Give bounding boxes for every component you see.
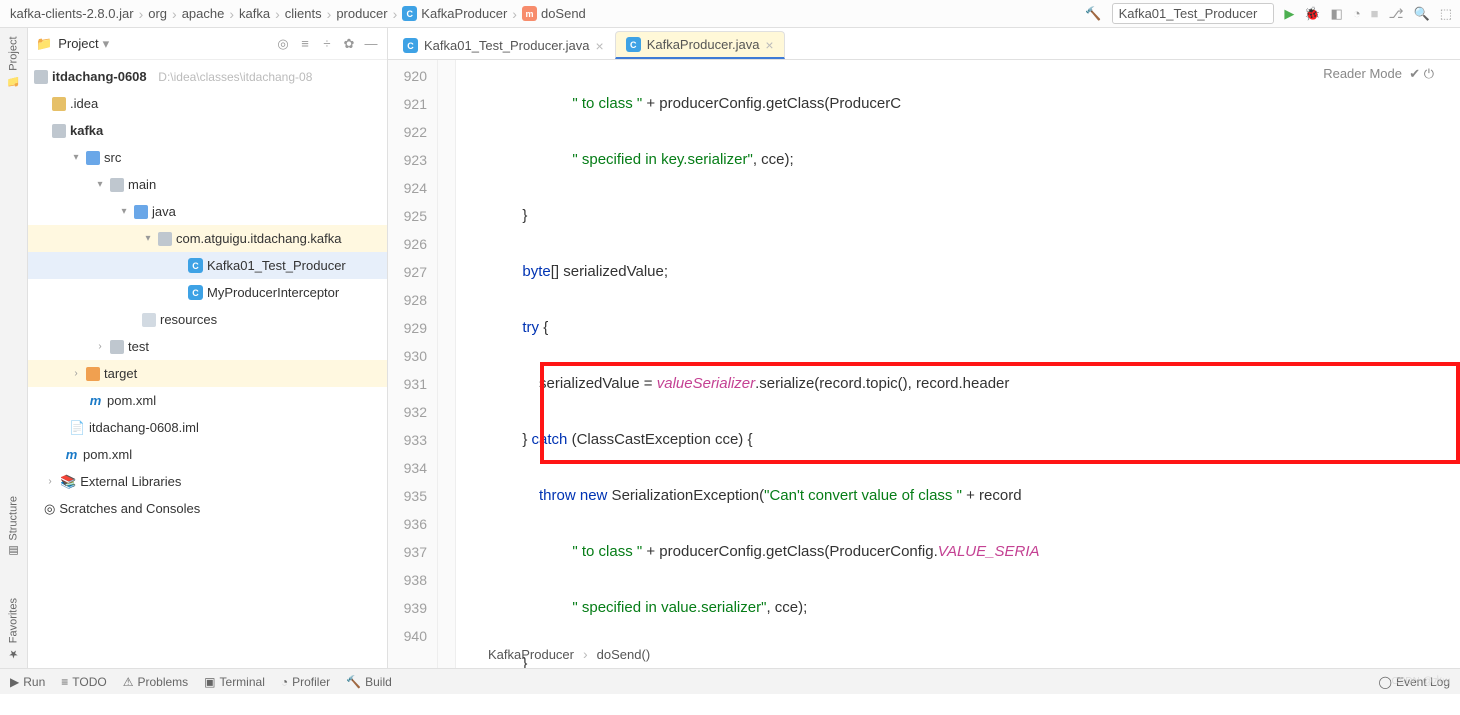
- problems-tool[interactable]: ⚠ Problems: [123, 675, 188, 689]
- tab-file-2-active[interactable]: CKafkaProducer.java×: [615, 31, 785, 59]
- stop-icon[interactable]: ■: [1371, 6, 1379, 21]
- crumb-class[interactable]: CKafkaProducer: [400, 6, 509, 21]
- class-icon: C: [403, 38, 418, 53]
- build-tool[interactable]: 🔨 Build: [346, 675, 392, 689]
- library-icon: 📚: [60, 474, 76, 490]
- close-icon[interactable]: ×: [765, 37, 773, 53]
- project-panel: 📁 Project ▾ ◎ ≡ ÷ ✿ — itdachang-0608 D:\…: [28, 28, 388, 668]
- folder-icon: [52, 97, 66, 111]
- project-view-label[interactable]: Project: [58, 36, 98, 51]
- method-icon: m: [522, 6, 537, 21]
- chevron-right-icon[interactable]: ›: [70, 368, 82, 379]
- package-icon: [158, 232, 172, 246]
- todo-tool[interactable]: ≡ TODO: [61, 675, 106, 689]
- crumb-producer[interactable]: producer: [334, 6, 389, 21]
- terminal-tool[interactable]: ▣ Terminal: [204, 675, 265, 689]
- hide-panel-icon[interactable]: —: [363, 36, 379, 52]
- tree-item-selected[interactable]: CKafka01_Test_Producer: [28, 252, 387, 279]
- locate-icon[interactable]: ◎: [275, 36, 291, 52]
- run-icon[interactable]: ▶: [1284, 6, 1294, 22]
- crumb-apache[interactable]: apache: [180, 6, 227, 21]
- collapse-icon[interactable]: ÷: [319, 36, 335, 52]
- structure-tool-tab[interactable]: ▤Structure: [7, 496, 20, 558]
- project-tool-tab[interactable]: 📁Project: [7, 36, 20, 88]
- source-folder-icon: [134, 205, 148, 219]
- profiler-tool[interactable]: ◔ Profiler: [281, 675, 330, 689]
- bottom-tool-bar: ▶ Run ≡ TODO ⚠ Problems ▣ Terminal ◔ Pro…: [0, 668, 1460, 694]
- editor-tabs: CKafka01_Test_Producer.java× CKafkaProdu…: [388, 28, 1460, 60]
- folder-icon: [110, 340, 124, 354]
- tree-root: itdachang-0608 D:\idea\classes\itdachang…: [28, 63, 387, 90]
- expand-icon[interactable]: ≡: [297, 36, 313, 52]
- fold-gutter[interactable]: [438, 60, 456, 668]
- chevron-down-icon[interactable]: ▾: [118, 206, 130, 217]
- module-icon: [52, 124, 66, 138]
- class-icon: C: [626, 37, 641, 52]
- favorites-tool-tab[interactable]: ★Favorites: [7, 598, 20, 660]
- settings-icon[interactable]: ⬚: [1440, 6, 1452, 22]
- crumb-jar[interactable]: kafka-clients-2.8.0.jar: [8, 6, 136, 21]
- reader-mode-toggle[interactable]: Reader Mode ✔ ⏻: [1323, 66, 1434, 82]
- maven-icon: m: [64, 447, 79, 462]
- watermark: CSDN @水w: [1392, 672, 1451, 687]
- chevron-down-icon[interactable]: ▾: [70, 152, 82, 163]
- folder-icon: [110, 178, 124, 192]
- search-icon[interactable]: 🔍: [1414, 6, 1430, 22]
- class-icon: C: [402, 6, 417, 21]
- crumb-method[interactable]: mdoSend: [520, 6, 588, 21]
- breadcrumb-bottom[interactable]: KafkaProducer›doSend(): [488, 640, 650, 668]
- chevron-right-icon[interactable]: ›: [94, 341, 106, 352]
- debug-icon[interactable]: 🐞: [1304, 6, 1320, 22]
- resources-folder-icon: [142, 313, 156, 327]
- chevron-down-icon[interactable]: ▾: [94, 179, 106, 190]
- tool-window-bar: 📁Project ▤Structure ★Favorites: [0, 28, 28, 668]
- class-icon: C: [188, 258, 203, 273]
- close-icon[interactable]: ×: [596, 38, 604, 54]
- scratch-icon: ◎: [44, 501, 55, 517]
- tab-file-1[interactable]: CKafka01_Test_Producer.java×: [392, 31, 615, 59]
- chevron-down-icon[interactable]: ▾: [142, 233, 154, 244]
- source-folder-icon: [86, 151, 100, 165]
- coverage-icon[interactable]: ◧: [1331, 6, 1343, 22]
- line-number-gutter[interactable]: 9209219229239249259269279289299309319329…: [388, 60, 438, 668]
- hammer-icon[interactable]: 🔨: [1085, 6, 1101, 22]
- profile-icon[interactable]: ◔: [1353, 6, 1361, 21]
- run-tool[interactable]: ▶ Run: [10, 675, 45, 689]
- navigation-breadcrumb: kafka-clients-2.8.0.jar› org› apache› ka…: [0, 0, 1460, 28]
- maven-icon: m: [88, 393, 103, 408]
- class-icon: C: [188, 285, 203, 300]
- iml-file-icon: 📄: [70, 420, 85, 435]
- settings-gear-icon[interactable]: ✿: [341, 36, 357, 52]
- run-config-select[interactable]: Kafka01_Test_Producer: [1112, 3, 1275, 24]
- crumb-org[interactable]: org: [146, 6, 169, 21]
- tree-item[interactable]: CMyProducerInterceptor: [28, 279, 387, 306]
- project-tree[interactable]: itdachang-0608 D:\idea\classes\itdachang…: [28, 60, 387, 668]
- project-view-icon: 📁: [36, 36, 52, 52]
- crumb-kafka[interactable]: kafka: [237, 6, 272, 21]
- target-folder-icon: [86, 367, 100, 381]
- git-icon[interactable]: ⎇: [1389, 6, 1404, 22]
- project-view-chevron-icon[interactable]: ▾: [103, 36, 110, 52]
- crumb-clients[interactable]: clients: [283, 6, 324, 21]
- chevron-right-icon[interactable]: ›: [44, 476, 56, 487]
- editor-area: CKafka01_Test_Producer.java× CKafkaProdu…: [388, 28, 1460, 668]
- module-icon: [34, 70, 48, 84]
- code-editor[interactable]: " to class " + producerConfig.getClass(P…: [456, 60, 1460, 668]
